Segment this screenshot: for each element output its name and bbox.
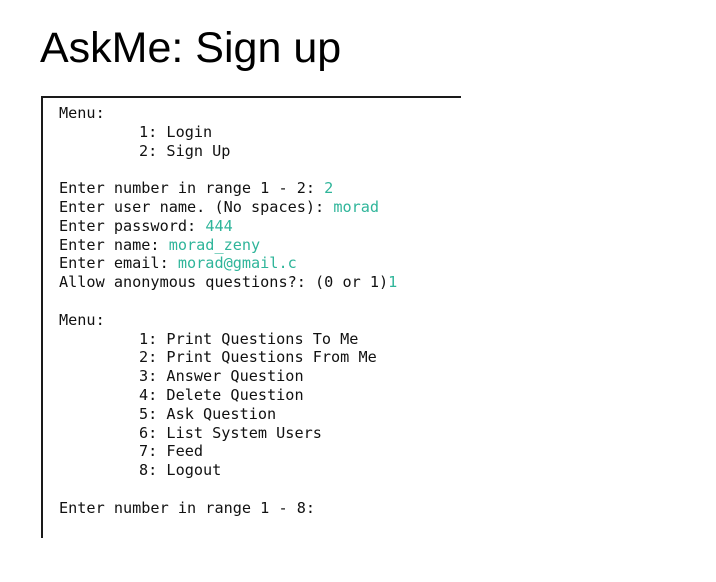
menu-item: 5: Ask Question	[139, 404, 277, 423]
menu-item: 7: Feed	[139, 442, 204, 461]
menu-item: 4: Delete Question	[139, 385, 304, 404]
prompt-line: Enter password: 444	[59, 217, 397, 236]
prompt-line: Enter name: morad_zeny	[59, 236, 397, 255]
prompt-line: Enter email: morad@gmail.c	[59, 254, 397, 273]
final-prompt: Enter number in range 1 - 8:	[59, 498, 316, 517]
prompt-input: morad@gmail.c	[177, 254, 297, 273]
menu-item: 3: Answer Question	[139, 367, 304, 386]
terminal-window: Menu: 1: Login 2: Sign Up Enter number i…	[41, 96, 461, 538]
prompt-input: 2	[324, 179, 334, 198]
menu-item: 1: Print Questions To Me	[139, 329, 359, 348]
prompt-label: Enter email:	[59, 254, 178, 273]
prompt-input: 1	[388, 273, 398, 292]
menu-item: 6: List System Users	[139, 423, 322, 442]
slide-title: AskMe: Sign up	[40, 24, 342, 72]
prompt-label: Enter name:	[59, 235, 169, 254]
prompt-input: 444	[205, 216, 233, 235]
menu-item-login: 1: Login	[139, 122, 213, 141]
terminal-output: Menu: 1: Login 2: Sign Up Enter number i…	[59, 104, 397, 518]
prompt-input: morad_zeny	[168, 235, 261, 254]
menu-item-sign-up: 2: Sign Up	[139, 141, 231, 160]
menu-item: 2: Print Questions From Me	[139, 348, 377, 367]
prompt-label: Enter password:	[59, 216, 206, 235]
prompt-input: morad	[333, 197, 380, 216]
prompt-label: Allow anonymous questions?: (0 or 1)	[59, 273, 389, 292]
menu-header: Menu:	[59, 310, 105, 329]
prompt-label: Enter user name. (No spaces):	[59, 197, 334, 216]
menu-item: 8: Logout	[139, 461, 222, 480]
prompt-line: Enter user name. (No spaces): morad	[59, 198, 397, 217]
prompt-line: Allow anonymous questions?: (0 or 1)1	[59, 273, 397, 292]
prompt-line: Enter number in range 1 - 2: 2	[59, 179, 397, 198]
prompt-label: Enter number in range 1 - 2:	[59, 179, 325, 198]
menu-header: Menu:	[59, 104, 105, 122]
slide: AskMe: Sign up Menu: 1: Login 2: Sign Up…	[0, 0, 716, 582]
